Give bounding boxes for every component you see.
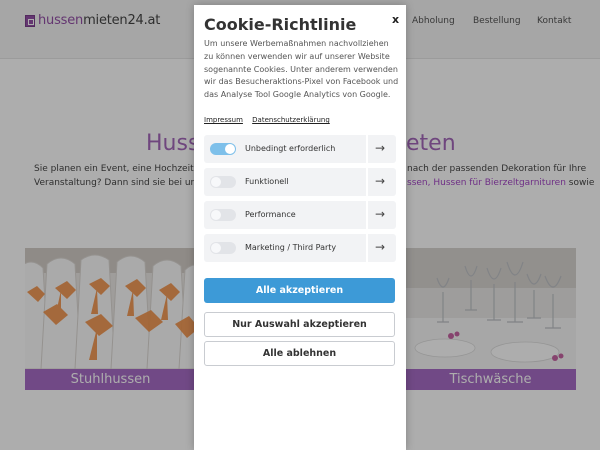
arrow-right-icon[interactable]: → bbox=[375, 174, 385, 188]
category-label: Funktionell bbox=[245, 177, 289, 186]
category-label: Unbedingt erforderlich bbox=[245, 144, 336, 153]
functional-toggle[interactable] bbox=[210, 176, 236, 188]
category-label: Performance bbox=[245, 210, 296, 219]
cookie-description: Um unsere Werbemaßnahmen nachvollziehen … bbox=[204, 39, 399, 100]
cookie-legal-links: Impressum Datenschutzerklärung bbox=[204, 116, 337, 124]
impressum-link[interactable]: Impressum bbox=[204, 116, 243, 124]
accept-all-button[interactable]: Alle akzeptieren bbox=[204, 278, 395, 303]
reject-all-button[interactable]: Alle ablehnen bbox=[204, 341, 395, 366]
performance-toggle[interactable] bbox=[210, 209, 236, 221]
marketing-toggle[interactable] bbox=[210, 242, 236, 254]
close-icon[interactable]: x bbox=[392, 13, 399, 26]
cookie-category-functional[interactable]: Funktionell → bbox=[204, 168, 396, 196]
datenschutz-link[interactable]: Datenschutzerklärung bbox=[252, 116, 330, 124]
cookie-category-performance[interactable]: Performance → bbox=[204, 201, 396, 229]
cookie-modal-title: Cookie-Richtlinie bbox=[204, 15, 357, 34]
arrow-right-icon[interactable]: → bbox=[375, 207, 385, 221]
cookie-modal: Cookie-Richtlinie x Um unsere Werbemaßna… bbox=[194, 5, 406, 450]
arrow-right-icon[interactable]: → bbox=[375, 141, 385, 155]
accept-selection-button[interactable]: Nur Auswahl akzeptieren bbox=[204, 312, 395, 337]
category-label: Marketing / Third Party bbox=[245, 243, 337, 252]
cookie-category-necessary[interactable]: Unbedingt erforderlich → bbox=[204, 135, 396, 163]
cookie-category-marketing[interactable]: Marketing / Third Party → bbox=[204, 234, 396, 262]
necessary-toggle[interactable] bbox=[210, 143, 236, 155]
arrow-right-icon[interactable]: → bbox=[375, 240, 385, 254]
